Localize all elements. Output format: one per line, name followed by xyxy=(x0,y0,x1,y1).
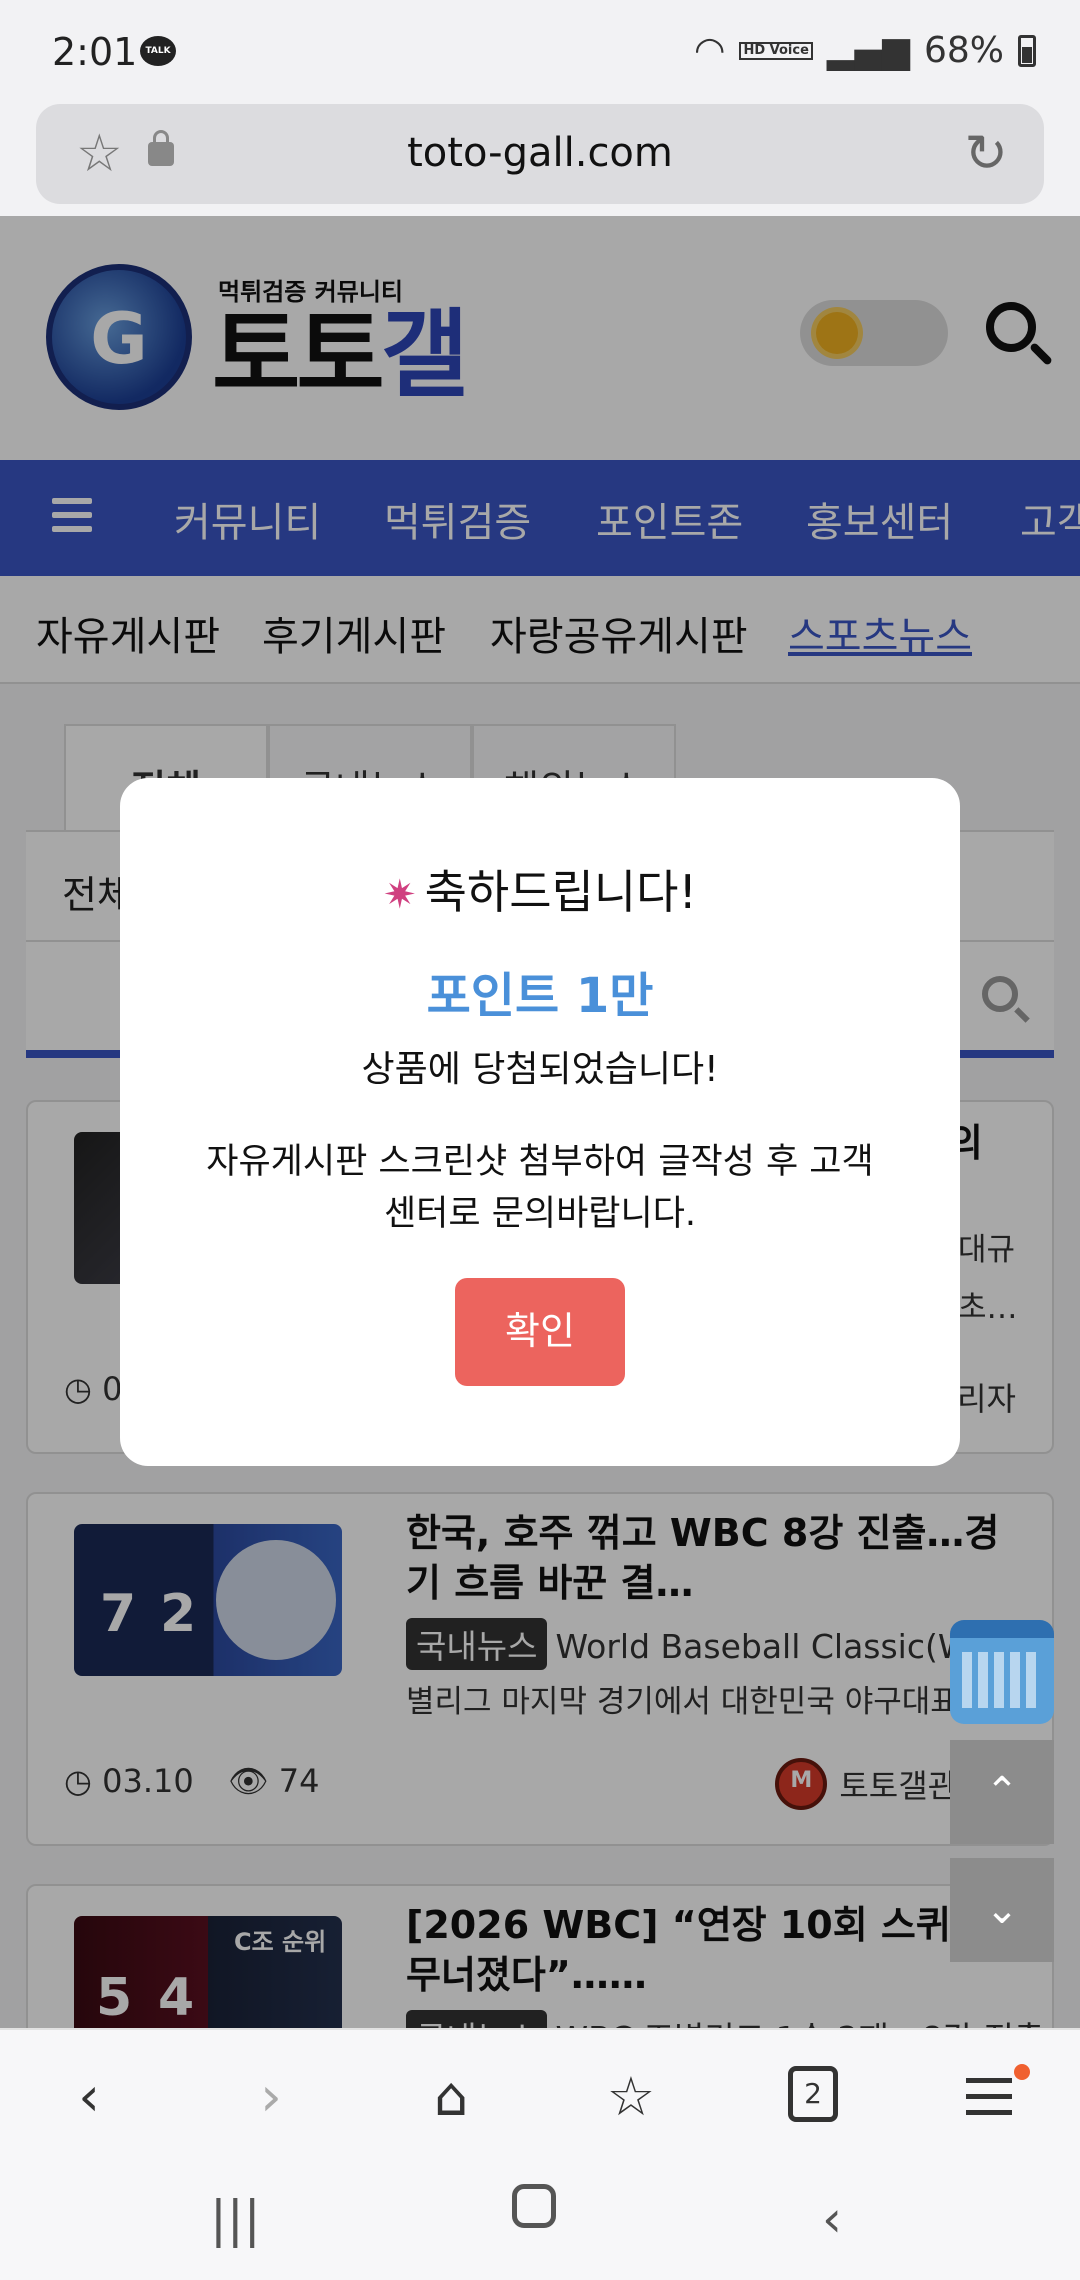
status-indicators: ◠ HD Voice ▂▄▆ 68% xyxy=(694,30,1036,71)
scroll-down-button[interactable]: ⌄ xyxy=(950,1858,1054,1962)
modal-title: ✷ 축하드립니다! xyxy=(120,856,960,922)
hd-voice-icon: HD Voice xyxy=(739,41,813,60)
forward-icon[interactable]: › xyxy=(236,2062,306,2132)
recent-apps-icon[interactable]: ||| xyxy=(210,2190,261,2248)
status-time: 2:01 xyxy=(52,30,138,74)
bookmarks-icon[interactable]: ☆ xyxy=(596,2062,666,2132)
modal-message: 상품에 당첨되었습니다! xyxy=(361,1049,719,1090)
wifi-icon: ◠ xyxy=(694,30,726,71)
battery-percent: 68% xyxy=(923,30,1004,71)
menu-icon[interactable] xyxy=(966,2078,1012,2126)
status-bar: 2:01 TALK ◠ HD Voice ▂▄▆ 68% xyxy=(0,0,1080,100)
signal-icon: ▂▄▆ xyxy=(826,30,910,71)
congrats-modal: ✷ 축하드립니다! 포인트 1만 상품에 당첨되었습니다! 자유게시판 스크린샷 … xyxy=(120,778,960,1466)
scroll-up-button[interactable]: ⌃ xyxy=(950,1740,1054,1844)
back-icon[interactable]: ‹ xyxy=(54,2062,124,2132)
modal-prize: 포인트 1만 xyxy=(426,968,654,1024)
system-back-icon[interactable]: ‹ xyxy=(822,2190,842,2248)
kakaotalk-icon: TALK xyxy=(140,36,176,66)
party-popper-icon: ✷ xyxy=(383,872,417,918)
url-text[interactable]: toto-gall.com xyxy=(36,130,1044,176)
system-nav-bar: ||| ‹ xyxy=(0,2162,1080,2280)
notification-dot xyxy=(1014,2064,1030,2080)
home-icon[interactable]: ⌂ xyxy=(416,2062,486,2132)
confirm-button[interactable]: 확인 xyxy=(455,1278,625,1386)
modal-title-text: 축하드립니다! xyxy=(424,865,697,919)
home-button-icon[interactable] xyxy=(512,2184,556,2228)
address-bar[interactable]: ☆ toto-gall.com ↻ xyxy=(36,104,1044,204)
modal-instructions: 자유게시판 스크린샷 첨부하여 글작성 후 고객센터로 문의바랍니다. xyxy=(206,1142,874,1234)
calendar-icon[interactable] xyxy=(950,1620,1054,1724)
battery-icon xyxy=(1018,34,1036,67)
tabs-icon[interactable]: 2 xyxy=(788,2066,838,2122)
browser-toolbar: ☆ toto-gall.com ↻ xyxy=(0,100,1080,216)
browser-bottom-bar: ‹ › ⌂ ☆ 2 xyxy=(0,2028,1080,2162)
reload-icon[interactable]: ↻ xyxy=(964,128,1008,180)
